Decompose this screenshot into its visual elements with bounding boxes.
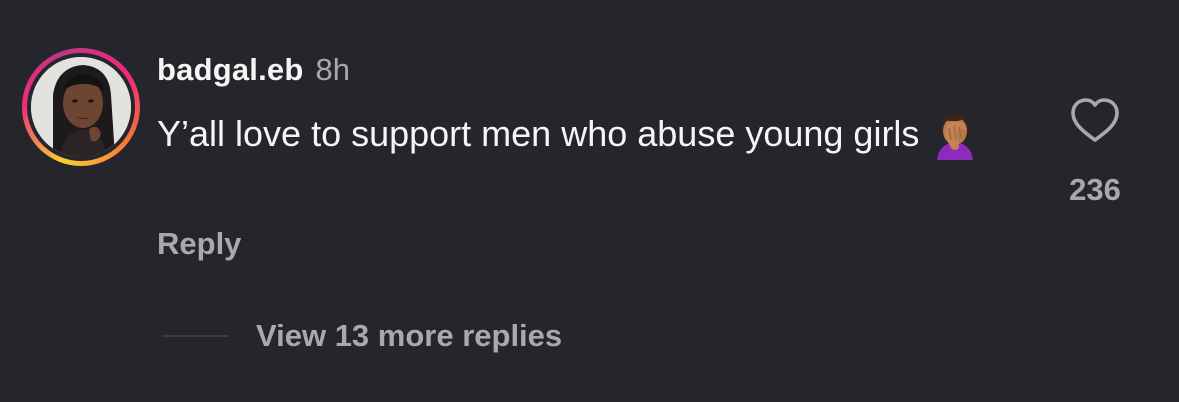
avatar-image [31, 57, 131, 157]
reply-button[interactable]: Reply [157, 226, 241, 262]
replies-divider-line [162, 335, 228, 337]
heart-icon [1071, 98, 1119, 142]
view-more-replies[interactable]: View 13 more replies [162, 318, 562, 354]
avatar[interactable] [31, 57, 131, 157]
face-palm-emoji-icon [929, 108, 981, 160]
comment-body: Y’all love to support men who abuse youn… [157, 108, 1017, 160]
comment-text: Y’all love to support men who abuse youn… [157, 113, 920, 154]
comment-item: badgal.eb 8h Y’all love to support men w… [0, 0, 1179, 402]
like-count: 236 [1069, 172, 1121, 207]
comment-header: badgal.eb 8h [157, 52, 350, 92]
view-more-replies-label[interactable]: View 13 more replies [256, 318, 562, 354]
timestamp: 8h [315, 52, 350, 87]
username[interactable]: badgal.eb [157, 52, 304, 88]
avatar-story-ring[interactable] [22, 48, 140, 166]
like-button[interactable] [1068, 96, 1122, 146]
